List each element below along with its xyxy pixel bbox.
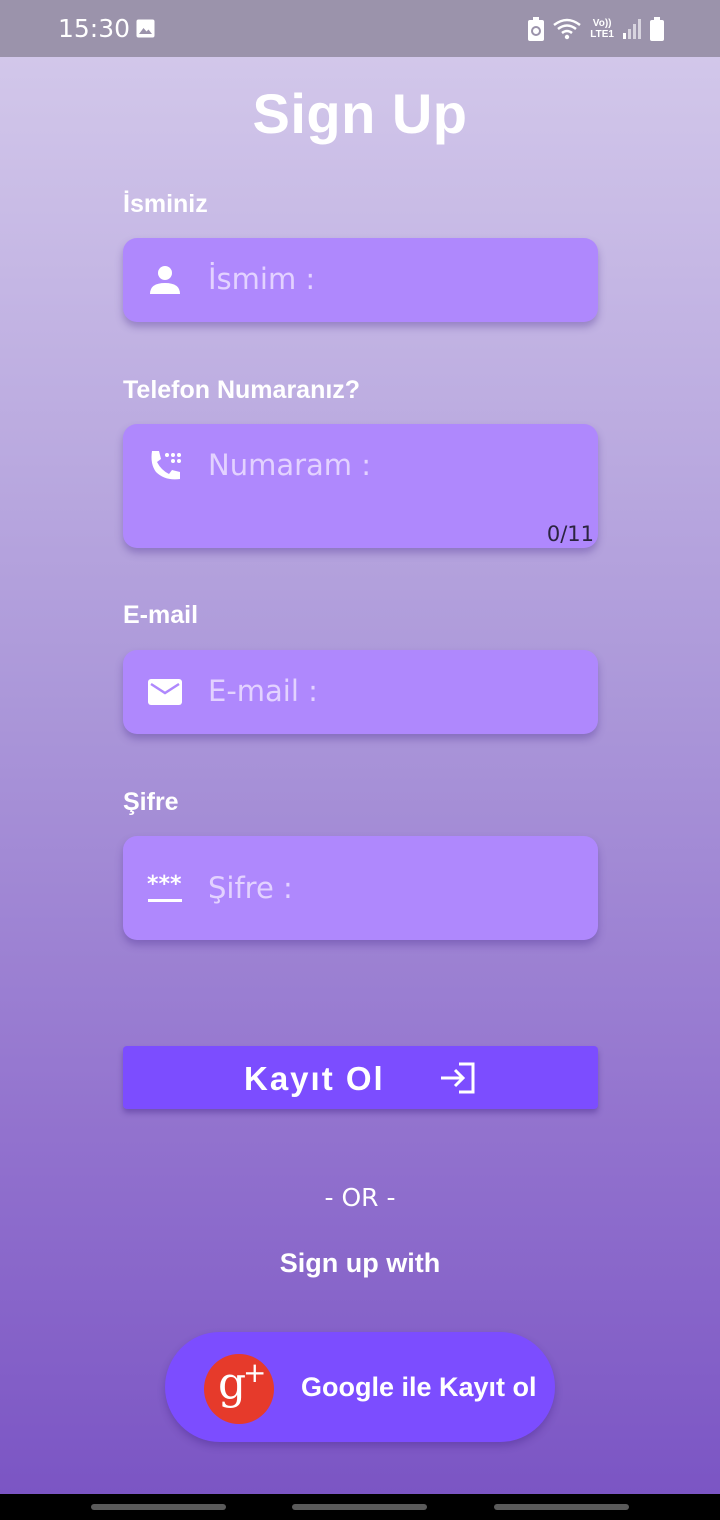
page-title: Sign Up	[252, 82, 468, 145]
email-input[interactable]: E-mail :	[123, 650, 598, 734]
volte-icon: Vo)) LTE1	[590, 18, 614, 40]
char-counter: 0/11	[546, 522, 594, 546]
status-time: 15:30	[58, 14, 131, 43]
phone-placeholder: Numaram :	[208, 448, 372, 482]
password-label: Şifre	[123, 788, 179, 816]
mail-icon	[148, 679, 182, 705]
nav-handle[interactable]	[292, 1504, 427, 1510]
login-arrow-icon	[441, 1062, 475, 1094]
battery-saver-icon	[528, 17, 545, 41]
name-input[interactable]: İsmim :	[123, 238, 598, 322]
password-placeholder: Şifre :	[208, 871, 293, 905]
battery-icon	[650, 17, 664, 41]
wifi-icon	[553, 18, 582, 40]
status-icons: Vo)) LTE1	[528, 16, 664, 42]
status-bar: 15:30 Vo)) LTE1	[0, 0, 720, 57]
email-label: E-mail	[123, 601, 199, 629]
name-placeholder: İsmim :	[208, 262, 316, 296]
svg-text:***: ***	[147, 872, 182, 897]
google-signup-label: Google ile Kayıt ol	[301, 1372, 537, 1402]
name-label: İsminiz	[123, 190, 208, 218]
or-divider: - OR -	[324, 1183, 396, 1212]
email-placeholder: E-mail :	[208, 674, 318, 708]
signup-with-caption: Sign up with	[279, 1248, 441, 1278]
password-icon: ***	[147, 872, 182, 902]
person-icon	[150, 266, 180, 294]
nav-handle[interactable]	[91, 1504, 226, 1510]
signup-screen: Sign Up İsminiz İsmim : Telefon Numaranı…	[0, 57, 720, 1494]
phone-input[interactable]: Numaram : 0/11	[123, 424, 598, 548]
google-signup-button[interactable]: g + Google ile Kayıt ol	[165, 1332, 555, 1442]
google-plus-icon: g +	[204, 1354, 274, 1424]
nav-handle[interactable]	[494, 1504, 629, 1510]
signup-button[interactable]: Kayıt Ol	[123, 1046, 598, 1109]
image-icon	[136, 19, 155, 38]
password-input[interactable]: *** Şifre :	[123, 836, 598, 940]
dialpad-phone-icon	[151, 451, 181, 480]
phone-label: Telefon Numaranız?	[123, 376, 361, 404]
signal-icon	[623, 19, 641, 39]
signup-button-label: Kayıt Ol	[244, 1060, 385, 1097]
gesture-nav-bar	[0, 1494, 720, 1520]
